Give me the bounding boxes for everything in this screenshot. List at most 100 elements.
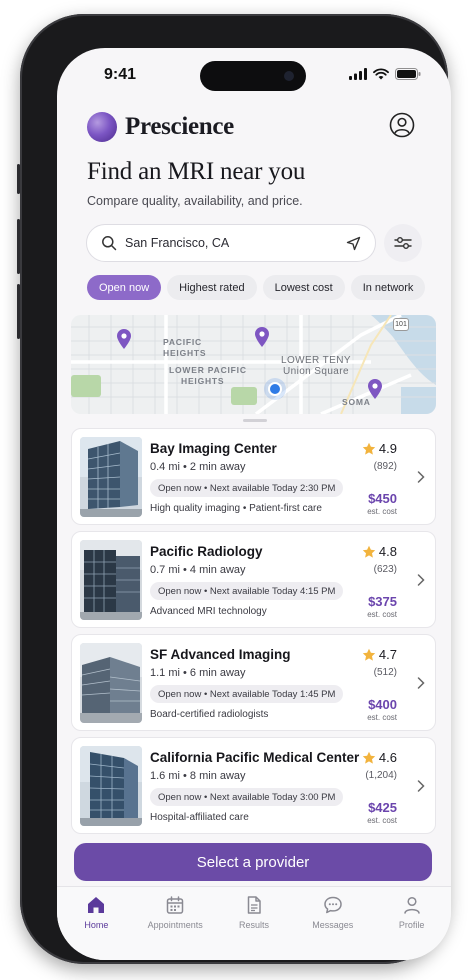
rating-value: 4.8	[378, 544, 397, 559]
map-label: HEIGHTS	[181, 376, 225, 386]
chevron-right-icon	[417, 471, 425, 483]
highway-shield: 101	[393, 318, 409, 331]
status-icons	[349, 68, 421, 80]
provider-card[interactable]: California Pacific Medical Center 1.6 mi…	[71, 737, 436, 834]
sliders-icon	[394, 237, 412, 249]
tab-label: Results	[238, 920, 269, 930]
star-icon	[362, 442, 376, 455]
map-pin-icon[interactable]	[367, 378, 383, 400]
rating-value: 4.6	[378, 750, 397, 765]
page-title: Find an MRI near you	[87, 158, 306, 185]
status-time: 9:41	[104, 66, 137, 83]
building-image	[80, 437, 142, 517]
profile-button[interactable]	[389, 112, 415, 138]
map-label: PACIFIC	[163, 337, 202, 347]
availability-badge: Open now • Next available Today 1:45 PM	[150, 685, 344, 703]
tab-messages[interactable]: Messages	[293, 887, 372, 960]
mute-switch	[17, 164, 20, 194]
provider-distance: 0.7 mi • 4 min away	[150, 564, 246, 576]
chevron-right-icon	[417, 677, 425, 689]
provider-distance: 1.6 mi • 8 min away	[150, 770, 246, 782]
rating-value: 4.7	[378, 647, 397, 662]
availability-badge: Open now • Next available Today 3:00 PM	[150, 788, 344, 806]
filter-chips: Open now Highest rated Lowest cost In ne…	[87, 275, 426, 300]
map-pin-icon[interactable]	[116, 328, 132, 350]
provider-name: California Pacific Medical Center	[150, 750, 360, 765]
price-caption: est. cost	[367, 816, 397, 825]
review-count: (623)	[373, 564, 397, 575]
map-label: HEIGHTS	[163, 348, 207, 358]
price-caption: est. cost	[367, 610, 397, 619]
volume-up-button	[17, 219, 20, 274]
map[interactable]: PACIFIC HEIGHTS LOWER PACIFIC HEIGHTS LO…	[71, 315, 436, 414]
provider-card[interactable]: SF Advanced Imaging 1.1 mi • 6 min away …	[71, 634, 436, 731]
star-icon	[362, 545, 376, 558]
map-pin-icon[interactable]	[254, 326, 270, 348]
chat-icon	[324, 896, 342, 914]
availability-badge: Open now • Next available Today 4:15 PM	[150, 582, 344, 600]
tab-label: Profile	[398, 920, 425, 930]
chip-highest-rated[interactable]: Highest rated	[167, 275, 257, 300]
current-location-dot	[268, 382, 282, 396]
camera-icon	[284, 71, 294, 81]
tab-label: Messages	[312, 920, 354, 930]
tab-results[interactable]: Results	[215, 887, 294, 960]
chip-in-network[interactable]: In network	[350, 275, 426, 300]
building-image	[80, 540, 142, 620]
provider-name: SF Advanced Imaging	[150, 647, 291, 662]
review-count: (1,204)	[365, 770, 397, 781]
calendar-icon	[166, 896, 184, 914]
provider-rating: 4.6	[362, 750, 397, 765]
provider-features: High quality imaging • Patient-first car…	[150, 503, 322, 514]
navigation-arrow-icon[interactable]	[346, 236, 361, 251]
provider-card[interactable]: Pacific Radiology 0.7 mi • 4 min away Op…	[71, 531, 436, 628]
dynamic-island	[200, 61, 306, 91]
provider-name: Pacific Radiology	[150, 544, 263, 559]
provider-features: Board-certified radiologists	[150, 709, 269, 720]
volume-down-button	[17, 284, 20, 339]
provider-rating: 4.8	[362, 544, 397, 559]
estimated-price: $450	[368, 491, 397, 506]
review-count: (512)	[373, 667, 397, 678]
tab-appointments[interactable]: Appointments	[136, 887, 215, 960]
star-icon	[362, 648, 376, 661]
battery-icon	[395, 68, 421, 80]
tab-profile[interactable]: Profile	[372, 887, 451, 960]
location-search-input[interactable]: San Francisco, CA	[86, 224, 376, 262]
user-circle-icon	[389, 112, 415, 138]
review-count: (892)	[373, 461, 397, 472]
map-label: Union Square	[283, 366, 349, 377]
chevron-right-icon	[417, 574, 425, 586]
building-image	[80, 746, 142, 826]
price-caption: est. cost	[367, 713, 397, 722]
sheet-drag-handle[interactable]	[243, 419, 267, 422]
chip-lowest-cost[interactable]: Lowest cost	[262, 275, 345, 300]
estimated-price: $375	[368, 594, 397, 609]
provider-rating: 4.7	[362, 647, 397, 662]
estimated-price: $425	[368, 800, 397, 815]
tab-home[interactable]: Home	[57, 887, 136, 960]
provider-rating: 4.9	[362, 441, 397, 456]
brand[interactable]: Prescience	[87, 112, 234, 142]
search-icon	[102, 236, 117, 251]
tab-bar: Home Appointments Results Messages Profi…	[57, 886, 451, 960]
provider-distance: 0.4 mi • 2 min away	[150, 461, 246, 473]
filter-button[interactable]	[384, 224, 422, 262]
provider-name: Bay Imaging Center	[150, 441, 277, 456]
person-icon	[403, 896, 420, 914]
building-image	[80, 643, 142, 723]
price-caption: est. cost	[367, 507, 397, 516]
provider-features: Hospital-affiliated care	[150, 812, 249, 823]
chip-open-now[interactable]: Open now	[87, 275, 162, 300]
phone-frame: 9:41 Prescience Find an MRI near you Com…	[17, 14, 451, 964]
cellular-signal-icon	[349, 68, 367, 80]
provider-card[interactable]: Bay Imaging Center 0.4 mi • 2 min away O…	[71, 428, 436, 525]
star-icon	[362, 751, 376, 764]
select-provider-button[interactable]: Select a provider	[74, 843, 432, 881]
rating-value: 4.9	[378, 441, 397, 456]
chevron-right-icon	[417, 780, 425, 792]
screen: 9:41 Prescience Find an MRI near you Com…	[57, 48, 451, 960]
map-label: LOWER TENY	[281, 355, 351, 366]
logo-icon	[87, 112, 117, 142]
availability-badge: Open now • Next available Today 2:30 PM	[150, 479, 344, 497]
